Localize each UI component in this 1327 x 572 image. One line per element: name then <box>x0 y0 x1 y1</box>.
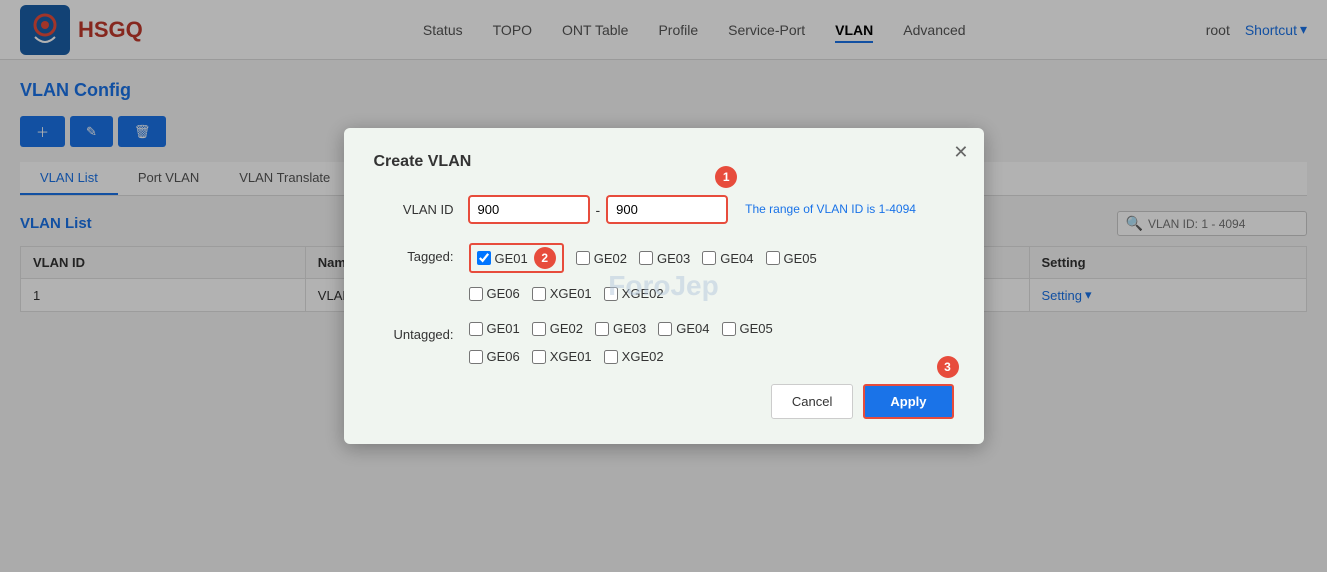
untagged-ge04-label: GE04 <box>676 321 709 336</box>
untagged-checkbox-row-2: GE06 XGE01 XGE02 <box>469 349 954 364</box>
tagged-ge06[interactable]: GE06 <box>469 286 520 301</box>
tagged-row: Tagged: GE01 2 GE02 GE03 <box>374 243 954 301</box>
vlan-id-start-input[interactable] <box>469 196 589 223</box>
untagged-ge03-checkbox[interactable] <box>595 322 609 336</box>
tagged-ge05-checkbox[interactable] <box>766 251 780 265</box>
untagged-ge03-label: GE03 <box>613 321 646 336</box>
tagged-ge03[interactable]: GE03 <box>639 251 690 266</box>
vlan-id-label: VLAN ID <box>374 196 454 217</box>
dash-separator: - <box>594 202 603 218</box>
vlan-id-content: - 1 The range of VLAN ID is 1-4094 <box>469 196 954 223</box>
dialog-overlay: Create VLAN ✕ VLAN ID - 1 The range of V… <box>0 0 1327 572</box>
tagged-xge01-label: XGE01 <box>550 286 592 301</box>
untagged-ge05-checkbox[interactable] <box>722 322 736 336</box>
tagged-ge03-checkbox[interactable] <box>639 251 653 265</box>
untagged-checkbox-row: GE01 GE02 GE03 GE04 <box>469 321 954 336</box>
cancel-button[interactable]: Cancel <box>771 384 853 419</box>
tagged-content: GE01 2 GE02 GE03 GE04 <box>469 243 954 301</box>
create-vlan-dialog: Create VLAN ✕ VLAN ID - 1 The range of V… <box>344 128 984 444</box>
dialog-footer: Cancel Apply 3 <box>374 384 954 419</box>
tagged-xge02-checkbox[interactable] <box>604 287 618 301</box>
untagged-xge01[interactable]: XGE01 <box>532 349 592 364</box>
vlan-range-hint: The range of VLAN ID is 1-4094 <box>745 196 916 216</box>
vlan-id-group: - 1 <box>469 196 728 223</box>
untagged-row: Untagged: GE01 GE02 GE03 <box>374 321 954 364</box>
tagged-ge06-label: GE06 <box>487 286 520 301</box>
dialog-title: Create VLAN <box>374 153 954 171</box>
untagged-ge03[interactable]: GE03 <box>595 321 646 336</box>
tagged-checkbox-row-2: GE06 XGE01 XGE02 <box>469 286 954 301</box>
vlan-id-end-input[interactable] <box>607 196 727 223</box>
vlan-id-row: VLAN ID - 1 The range of VLAN ID is 1-40… <box>374 196 954 223</box>
tagged-ge01-checkbox[interactable] <box>477 251 491 265</box>
tagged-xge02-label: XGE02 <box>622 286 664 301</box>
untagged-xge01-label: XGE01 <box>550 349 592 364</box>
untagged-ge04[interactable]: GE04 <box>658 321 709 336</box>
apply-wrapper: Apply 3 <box>863 384 953 419</box>
untagged-label: Untagged: <box>374 321 454 342</box>
untagged-ge01-label: GE01 <box>487 321 520 336</box>
tagged-ge06-checkbox[interactable] <box>469 287 483 301</box>
untagged-ge04-checkbox[interactable] <box>658 322 672 336</box>
step3-badge: 3 <box>937 356 959 378</box>
untagged-ge02-label: GE02 <box>550 321 583 336</box>
untagged-xge02-label: XGE02 <box>622 349 664 364</box>
untagged-ge05[interactable]: GE05 <box>722 321 773 336</box>
tagged-ge02[interactable]: GE02 <box>576 251 627 266</box>
tagged-ge04[interactable]: GE04 <box>702 251 753 266</box>
untagged-content: GE01 GE02 GE03 GE04 <box>469 321 954 364</box>
tagged-ge05[interactable]: GE05 <box>766 251 817 266</box>
untagged-xge01-checkbox[interactable] <box>532 350 546 364</box>
step2-badge: 2 <box>534 247 556 269</box>
apply-button[interactable]: Apply <box>863 384 953 419</box>
tagged-checkbox-row: GE01 2 GE02 GE03 GE04 <box>469 243 954 273</box>
untagged-ge02-checkbox[interactable] <box>532 322 546 336</box>
untagged-ge02[interactable]: GE02 <box>532 321 583 336</box>
tagged-xge01[interactable]: XGE01 <box>532 286 592 301</box>
tagged-label: Tagged: <box>374 243 454 264</box>
untagged-ge01[interactable]: GE01 <box>469 321 520 336</box>
tagged-ge02-checkbox[interactable] <box>576 251 590 265</box>
dialog-close-button[interactable]: ✕ <box>953 143 968 161</box>
untagged-ge06-checkbox[interactable] <box>469 350 483 364</box>
step1-badge: 1 <box>715 166 737 188</box>
tagged-ge03-label: GE03 <box>657 251 690 266</box>
tagged-ge04-label: GE04 <box>720 251 753 266</box>
untagged-ge06-label: GE06 <box>487 349 520 364</box>
untagged-xge02-checkbox[interactable] <box>604 350 618 364</box>
tagged-ge01-label: GE01 <box>495 251 528 266</box>
tagged-ge04-checkbox[interactable] <box>702 251 716 265</box>
tagged-ge01[interactable]: GE01 2 <box>469 243 564 273</box>
untagged-ge01-checkbox[interactable] <box>469 322 483 336</box>
tagged-xge01-checkbox[interactable] <box>532 287 546 301</box>
untagged-xge02[interactable]: XGE02 <box>604 349 664 364</box>
tagged-ge05-label: GE05 <box>784 251 817 266</box>
untagged-ge06[interactable]: GE06 <box>469 349 520 364</box>
tagged-ge02-label: GE02 <box>594 251 627 266</box>
tagged-xge02[interactable]: XGE02 <box>604 286 664 301</box>
untagged-ge05-label: GE05 <box>740 321 773 336</box>
